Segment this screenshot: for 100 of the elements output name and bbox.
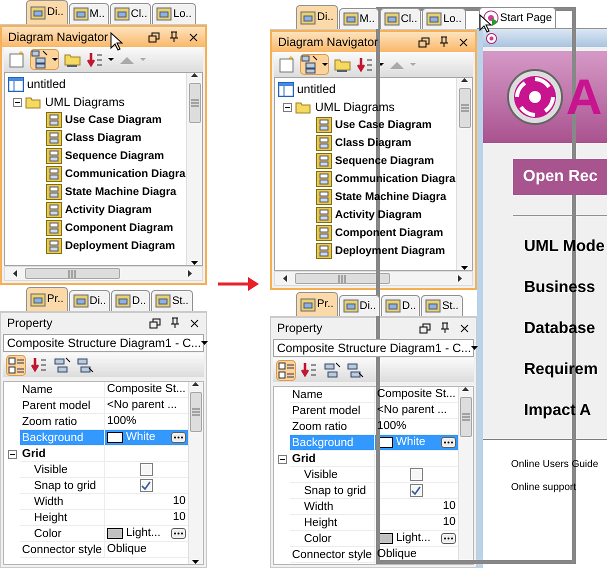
collapse-icon[interactable] — [8, 450, 16, 458]
caret-icon[interactable] — [108, 58, 114, 61]
property-name[interactable]: Width — [20, 494, 105, 510]
property-name[interactable]: Color — [20, 526, 105, 542]
tree-view-button[interactable] — [30, 49, 59, 70]
panel-tab[interactable]: D.. — [381, 295, 420, 316]
tree-item-label: Sequence Diagram — [335, 154, 434, 169]
property-name[interactable]: Grid — [20, 446, 105, 462]
section-link[interactable]: UML Mode — [524, 226, 607, 267]
property-name[interactable]: Name — [20, 382, 105, 398]
horizontal-scrollbar[interactable] — [274, 271, 473, 286]
categorized-button[interactable] — [6, 354, 26, 376]
pin-icon[interactable] — [439, 322, 451, 334]
vertical-scrollbar[interactable] — [186, 73, 202, 265]
tree-item[interactable]: UML Diagrams — [278, 98, 456, 116]
ellipsis-button[interactable] — [440, 437, 456, 448]
checkbox[interactable] — [140, 479, 153, 492]
panel-tab[interactable]: M.. — [68, 3, 109, 24]
restore-icon[interactable] — [148, 32, 160, 42]
categorized-button[interactable] — [276, 360, 296, 380]
checkbox[interactable] — [140, 463, 153, 476]
property-name[interactable]: Parent model — [20, 398, 105, 414]
tree-item[interactable]: untitled — [278, 80, 456, 98]
ellipsis-button[interactable] — [440, 533, 456, 544]
panel-tab[interactable]: St.. — [421, 295, 463, 316]
tree-item[interactable]: Deployment Diagram — [8, 237, 186, 255]
pin-icon[interactable] — [438, 36, 450, 48]
property-name[interactable]: Snap to grid — [290, 483, 375, 499]
panel-tab[interactable]: M.. — [338, 8, 379, 29]
panel-tab[interactable]: Di.. — [296, 5, 338, 29]
tree-item[interactable]: Communication Diagra — [278, 170, 456, 188]
property-name[interactable]: Snap to grid — [20, 478, 105, 494]
restore-icon[interactable] — [419, 322, 431, 334]
property-name[interactable]: Name — [290, 387, 375, 403]
help-link[interactable]: Online support — [511, 480, 607, 495]
horizontal-scrollbar[interactable] — [4, 266, 203, 281]
tree-item[interactable]: Activity Diagram — [278, 206, 456, 224]
tree-item[interactable]: Class Diagram — [8, 129, 186, 147]
tree-item[interactable]: Sequence Diagram — [8, 147, 186, 165]
panel-tab[interactable]: St.. — [151, 290, 193, 311]
section-link[interactable]: Impact A — [524, 390, 607, 431]
collapse-icon[interactable] — [278, 454, 286, 464]
tree-item[interactable]: Component Diagram — [8, 219, 186, 237]
property-name[interactable]: Visible — [290, 467, 375, 483]
close-icon[interactable] — [458, 36, 469, 48]
panel-tab[interactable]: D.. — [111, 290, 150, 311]
property-name[interactable]: Grid — [290, 451, 375, 467]
tree-item[interactable]: State Machine Diagra — [278, 188, 456, 206]
panel-tab[interactable]: Cl.. — [110, 3, 152, 24]
close-icon[interactable] — [189, 318, 200, 328]
vertical-scrollbar[interactable] — [456, 78, 472, 270]
property-name[interactable]: Width — [290, 499, 375, 515]
panel-tab[interactable]: Di.. — [26, 0, 68, 24]
collapse-icon[interactable] — [283, 102, 292, 112]
panel-tab[interactable]: Cl.. — [380, 8, 422, 29]
tree-view-button[interactable] — [300, 54, 329, 75]
tree-item[interactable]: Activity Diagram — [8, 201, 186, 219]
panel-tab[interactable]: Di.. — [68, 290, 110, 311]
close-icon[interactable] — [459, 322, 470, 334]
property-name[interactable]: Height — [20, 510, 105, 526]
restore-icon[interactable] — [418, 36, 430, 48]
tree-item[interactable]: Deployment Diagram — [278, 242, 456, 260]
checkbox[interactable] — [410, 468, 423, 481]
help-link[interactable]: Online Users Guide — [511, 457, 607, 472]
panel-tab[interactable]: Pr.. — [296, 292, 338, 316]
close-icon[interactable] — [188, 32, 199, 42]
tree-item[interactable]: untitled — [8, 75, 186, 93]
tree-item[interactable]: State Machine Diagra — [8, 183, 186, 201]
ellipsis-button[interactable] — [170, 528, 186, 539]
checkbox[interactable] — [410, 484, 423, 497]
panel-tab[interactable]: Di.. — [338, 295, 380, 316]
tree-item[interactable]: Sequence Diagram — [278, 152, 456, 170]
tree-item[interactable]: Use Case Diagram — [278, 116, 456, 134]
property-name[interactable]: Visible — [20, 462, 105, 478]
caret-icon[interactable] — [378, 63, 384, 66]
expand-all-button[interactable] — [52, 354, 72, 376]
tree-item[interactable]: Class Diagram — [278, 134, 456, 152]
section-link[interactable]: Database — [524, 308, 607, 349]
pin-icon[interactable] — [169, 317, 181, 329]
collapse-icon[interactable] — [13, 98, 22, 106]
tree-item[interactable]: UML Diagrams — [8, 93, 186, 111]
panel-tab[interactable]: Pr.. — [26, 287, 68, 311]
open-recent-button[interactable]: Open Rec — [513, 159, 607, 195]
section-link[interactable]: Business — [524, 267, 607, 308]
property-name[interactable]: Parent model — [290, 403, 375, 419]
vertical-scrollbar[interactable] — [188, 382, 203, 564]
property-name[interactable]: Connector style — [20, 542, 105, 558]
expand-all-button[interactable] — [322, 360, 342, 380]
property-name[interactable]: Connector style — [290, 547, 375, 563]
restore-icon[interactable] — [149, 318, 161, 328]
property-name[interactable]: Color — [290, 531, 375, 547]
tree-item[interactable]: Component Diagram — [278, 224, 456, 242]
pin-icon[interactable] — [168, 31, 180, 43]
panel-tab[interactable]: Lo.. — [422, 8, 466, 29]
section-link[interactable]: Requirem — [524, 349, 607, 390]
property-name[interactable]: Height — [290, 515, 375, 531]
tree-item[interactable]: Use Case Diagram — [8, 111, 186, 129]
ellipsis-button[interactable] — [170, 432, 186, 443]
panel-tab[interactable]: Lo.. — [152, 3, 196, 24]
tree-item[interactable]: Communication Diagra — [8, 165, 186, 183]
